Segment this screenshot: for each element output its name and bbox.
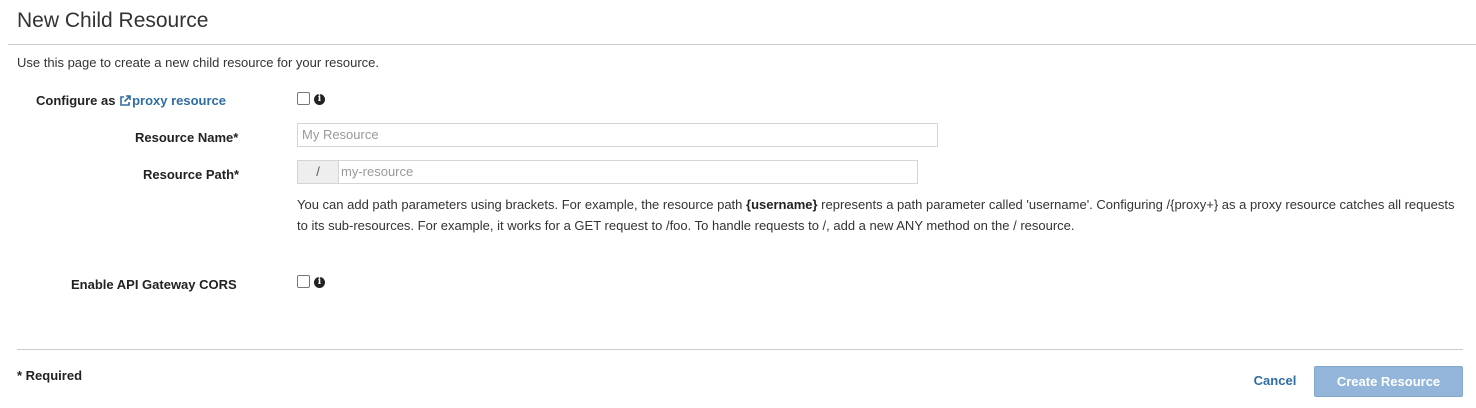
proxy-label-prefix: Configure as: [36, 93, 120, 108]
cors-checkbox[interactable]: [297, 275, 310, 288]
resource-name-label: Resource Name*: [135, 130, 239, 145]
help-text-part1: You can add path parameters using bracke…: [297, 197, 747, 212]
help-text-param: {username}: [746, 197, 818, 212]
page-intro: Use this page to create a new child reso…: [17, 55, 380, 70]
resource-path-prefix: /: [298, 161, 339, 183]
proxy-resource-link-text: proxy resource: [132, 93, 227, 108]
new-child-resource-page: New Child Resource Use this page to crea…: [0, 0, 1476, 408]
cors-info-icon[interactable]: i: [314, 277, 325, 288]
proxy-label: Configure as proxy resource: [36, 93, 226, 108]
page-title: New Child Resource: [17, 9, 209, 32]
resource-path-help-text: You can add path parameters using bracke…: [297, 194, 1457, 236]
proxy-resource-link[interactable]: proxy resource: [119, 93, 226, 108]
footer-divider: [17, 349, 1463, 350]
cors-label: Enable API Gateway CORS: [71, 277, 237, 292]
proxy-info-icon[interactable]: i: [314, 94, 325, 105]
resource-path-label: Resource Path*: [143, 167, 240, 182]
external-link-icon: [120, 95, 131, 106]
required-note: * Required: [17, 368, 83, 383]
cancel-button[interactable]: Cancel: [1247, 366, 1303, 396]
resource-name-input[interactable]: My Resource: [297, 123, 938, 147]
title-divider: [8, 44, 1476, 45]
resource-path-field: / my-resource: [297, 160, 918, 184]
proxy-resource-checkbox[interactable]: [297, 92, 310, 105]
resource-path-input[interactable]: my-resource: [341, 161, 413, 183]
create-resource-button[interactable]: Create Resource: [1314, 366, 1463, 397]
